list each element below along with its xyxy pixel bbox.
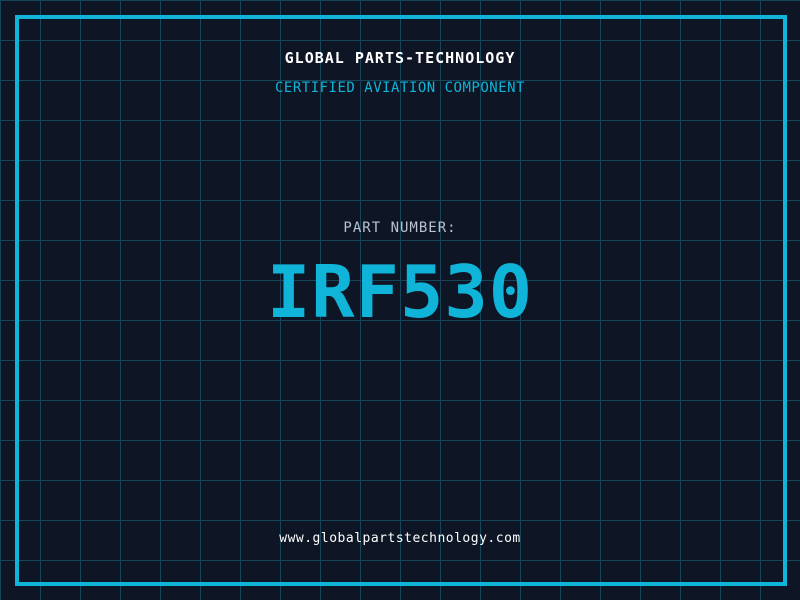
brand-title: GLOBAL PARTS-TECHNOLOGY [284,49,516,67]
part-number-label: PART NUMBER: [343,220,457,236]
brand-subtitle: CERTIFIED AVIATION COMPONENT [274,80,525,96]
website-url: www.globalpartstechnology.com [279,531,521,546]
part-label-canvas: GLOBAL PARTS-TECHNOLOGY CERTIFIED AVIATI… [0,0,800,600]
part-number-value: IRF530 [266,250,534,334]
